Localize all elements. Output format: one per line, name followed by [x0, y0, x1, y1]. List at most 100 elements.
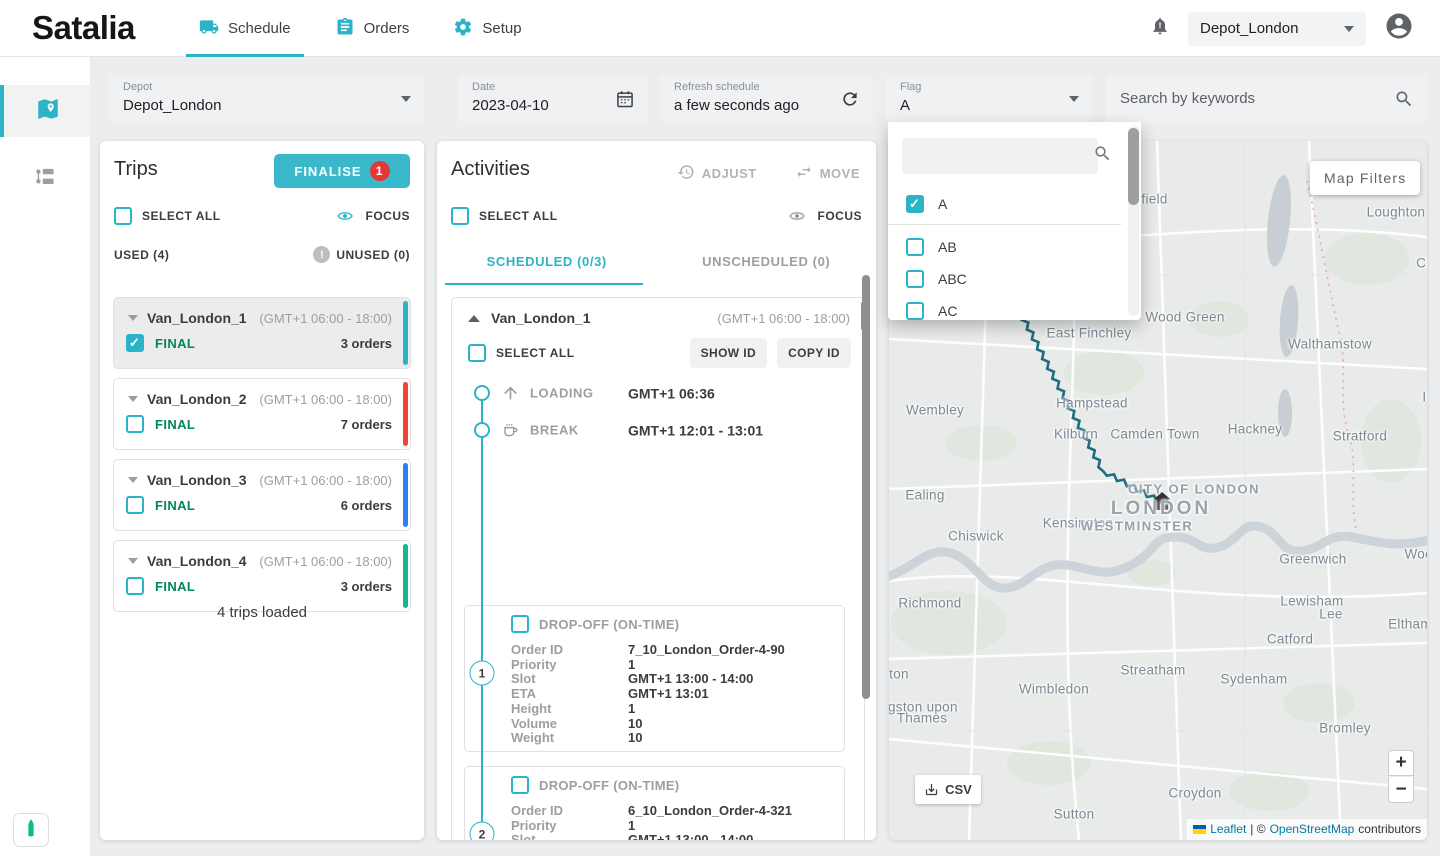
stop-field-row: SlotGMT+1 13:00 - 14:00: [511, 833, 834, 840]
field-value: 6_10_London_Order-4-321: [628, 804, 792, 819]
map-place-label: Ilfo: [1422, 390, 1427, 405]
field-value: 10: [628, 731, 642, 746]
activities-scroll-area: Van_London_1 (GMT+1 06:00 - 18:00) SELEC…: [437, 291, 876, 840]
field-label: Priority: [511, 819, 628, 834]
map-attribution: Leaflet | © OpenStreetMap contributors: [1187, 819, 1427, 840]
app-root: Satalia Schedule Orders Setup Depot_Lond…: [0, 0, 1440, 856]
activities-focus-button[interactable]: FOCUS: [818, 209, 863, 223]
trip-select-all-checkbox[interactable]: [468, 344, 486, 362]
trip-checkbox[interactable]: [126, 415, 144, 433]
trip-card[interactable]: Van_London_1(GMT+1 06:00 - 18:00)FINAL3 …: [113, 297, 411, 369]
date-filter[interactable]: Date 2023-04-10: [458, 75, 648, 122]
trips-focus-button[interactable]: FOCUS: [366, 209, 411, 223]
flag-filter[interactable]: Flag A: [886, 75, 1092, 122]
eye-icon: [334, 208, 356, 224]
osm-link[interactable]: OpenStreetMap: [1270, 822, 1355, 836]
tab-setup[interactable]: Setup: [440, 0, 534, 57]
trip-checkbox[interactable]: [126, 577, 144, 595]
trip-card[interactable]: Van_London_4(GMT+1 06:00 - 18:00)FINAL3 …: [113, 540, 411, 612]
chevron-down-icon[interactable]: [128, 558, 138, 564]
tab-unscheduled[interactable]: UNSCHEDULED (0): [657, 237, 877, 285]
map-place-label: Wimbledon: [1019, 682, 1089, 697]
tab-scheduled[interactable]: SCHEDULED (0/3): [437, 237, 657, 285]
zoom-in-button[interactable]: +: [1388, 750, 1414, 776]
stop-type-label: DROP-OFF (ON-TIME): [539, 617, 679, 632]
stop-card[interactable]: DROP-OFF (ON-TIME)Order ID7_10_London_Or…: [464, 605, 845, 752]
finalise-label: FINALISE: [294, 164, 361, 179]
flag-option-checkbox[interactable]: [906, 238, 924, 256]
chevron-down-icon[interactable]: [128, 315, 138, 321]
flag-option-checkbox[interactable]: [906, 195, 924, 213]
depot-selector[interactable]: Depot_London: [1188, 12, 1366, 46]
depot-filter[interactable]: Depot Depot_London: [109, 75, 424, 122]
event-type: LOADING: [530, 386, 618, 401]
trip-card[interactable]: Van_London_2(GMT+1 06:00 - 18:00)FINAL7 …: [113, 378, 411, 450]
field-label: Priority: [511, 658, 628, 673]
launcher-button[interactable]: [13, 813, 49, 847]
chevron-down-icon[interactable]: [128, 477, 138, 483]
sidebar-item-map-view[interactable]: [0, 85, 91, 137]
flag-search-input[interactable]: [912, 148, 1093, 164]
trip-checkbox[interactable]: [126, 496, 144, 514]
flag-filter-value: A: [900, 97, 910, 114]
tab-schedule[interactable]: Schedule: [186, 0, 304, 57]
trip-color-bar: [403, 301, 408, 365]
activities-scrollbar[interactable]: [862, 275, 870, 699]
dropdown-scrollbar-thumb[interactable]: [1128, 128, 1139, 205]
map-place-label: Wembley: [906, 403, 964, 418]
finalise-button[interactable]: FINALISE 1: [274, 154, 410, 188]
loading-event-row[interactable]: LOADING GMT+1 06:36: [501, 384, 862, 403]
leaflet-link[interactable]: Leaflet: [1210, 822, 1246, 836]
flag-option[interactable]: AB: [888, 231, 1121, 263]
trip-color-bar: [403, 463, 408, 527]
break-event-row[interactable]: BREAK GMT+1 12:01 - 13:01: [501, 421, 862, 440]
map-icon: [35, 96, 61, 127]
flag-option[interactable]: AC: [888, 295, 1121, 320]
copy-id-button[interactable]: COPY ID: [777, 338, 851, 368]
field-value: 10: [628, 717, 642, 732]
flag-dropdown-menu: A ABABCAC: [888, 122, 1141, 320]
refresh-icon[interactable]: [840, 89, 860, 109]
stop-checkbox[interactable]: [511, 615, 529, 633]
trip-card[interactable]: Van_London_3(GMT+1 06:00 - 18:00)FINAL6 …: [113, 459, 411, 531]
navbar-right: Depot_London: [1150, 0, 1414, 57]
stop-field-row: Volume10: [511, 717, 834, 732]
warning-icon: !: [313, 246, 330, 263]
stop-field-row: Order ID6_10_London_Order-4-321: [511, 804, 834, 819]
unused-count: UNUSED (0): [336, 248, 410, 262]
stop-checkbox[interactable]: [511, 776, 529, 794]
flag-option[interactable]: A: [888, 188, 1121, 220]
event-time: GMT+1 06:36: [628, 385, 715, 401]
stop-card[interactable]: DROP-OFF (ON-TIME)Order ID6_10_London_Or…: [464, 766, 845, 840]
trip-card-header: Van_London_1 (GMT+1 06:00 - 18:00): [468, 310, 850, 326]
flag-option-checkbox[interactable]: [906, 270, 924, 288]
adjust-button[interactable]: ADJUST: [677, 163, 757, 184]
search-input[interactable]: [1120, 90, 1394, 107]
flag-filter-label: Flag: [900, 81, 921, 93]
flag-option-label: A: [938, 196, 947, 212]
chevron-down-icon[interactable]: [128, 396, 138, 402]
move-button[interactable]: MOVE: [795, 163, 860, 184]
refresh-schedule[interactable]: Refresh schedule a few seconds ago: [660, 75, 873, 122]
map-filters-button[interactable]: Map Filters: [1310, 161, 1420, 195]
map-place-label: Loughton: [1367, 205, 1426, 220]
flag-option-checkbox[interactable]: [906, 302, 924, 320]
trip-status-badge: FINAL: [155, 336, 195, 351]
flag-option[interactable]: ABC: [888, 263, 1121, 295]
search-icon[interactable]: [1394, 89, 1427, 109]
trips-select-all-checkbox[interactable]: [114, 207, 132, 225]
trip-time-window: (GMT+1 06:00 - 18:00): [259, 392, 392, 407]
zoom-out-button[interactable]: −: [1388, 777, 1414, 803]
trips-panel: Trips FINALISE 1 SELECT ALL FOCUS USED (…: [100, 141, 424, 840]
trip-color-bar: [403, 544, 408, 608]
sidebar-item-timeline-view[interactable]: [0, 153, 91, 205]
trip-checkbox[interactable]: [126, 334, 144, 352]
show-id-button[interactable]: SHOW ID: [690, 338, 767, 368]
collapse-icon[interactable]: [468, 315, 480, 322]
activities-select-all-checkbox[interactable]: [451, 207, 469, 225]
user-avatar[interactable]: [1384, 11, 1414, 46]
tab-orders[interactable]: Orders: [322, 0, 423, 57]
notification-bell-icon[interactable]: [1150, 15, 1170, 42]
csv-export-button[interactable]: CSV: [915, 775, 981, 804]
history-icon: [677, 163, 695, 184]
